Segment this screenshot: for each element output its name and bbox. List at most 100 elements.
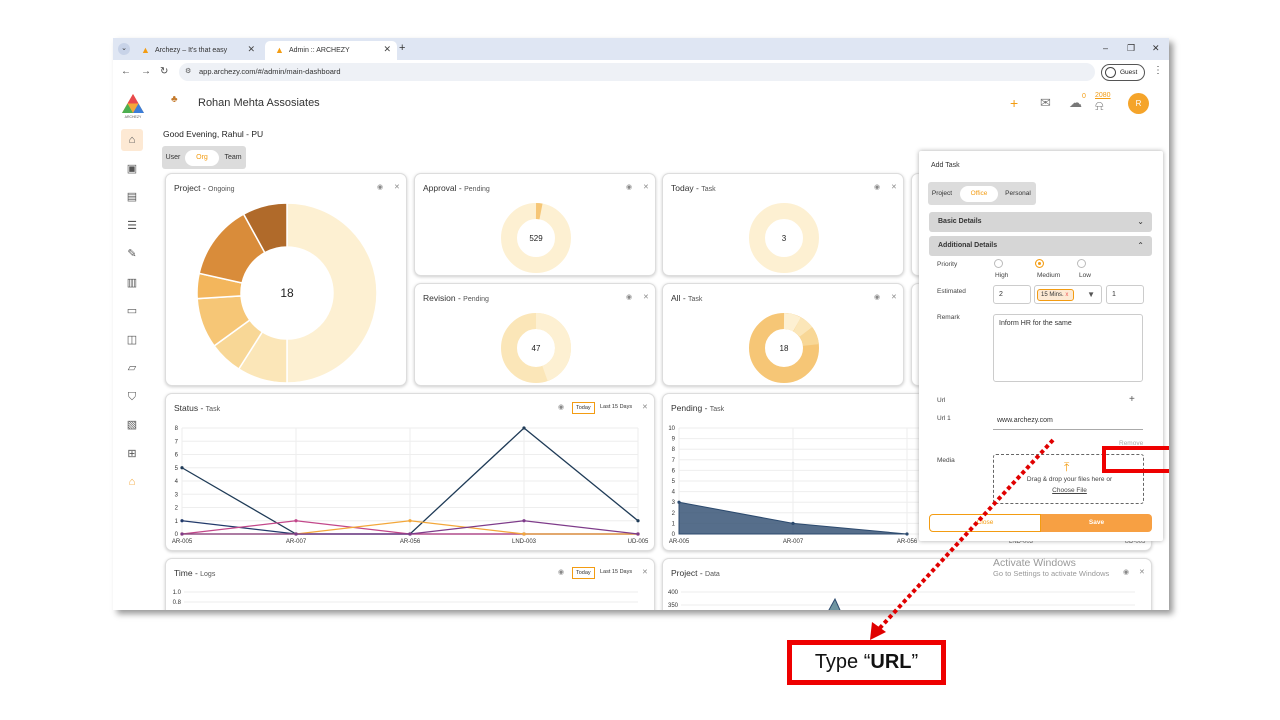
estimated-hours-input[interactable]: 2 <box>993 285 1031 304</box>
hide-icon[interactable]: ◉ <box>626 293 632 301</box>
priority-medium-radio[interactable] <box>1035 259 1044 268</box>
hide-icon[interactable]: ◉ <box>377 183 383 191</box>
back-icon[interactable]: ← <box>121 66 131 77</box>
restore-icon[interactable]: ❐ <box>1127 43 1135 54</box>
report-icon[interactable]: ▥ <box>121 272 143 294</box>
card-title: Approval - Pending <box>423 183 490 193</box>
tab-office[interactable]: Office <box>960 186 998 202</box>
unit-chip[interactable]: 15 Mins. x <box>1037 289 1074 301</box>
project-donut-chart: 18 <box>196 202 378 384</box>
new-tab-icon[interactable]: + <box>399 42 405 54</box>
hide-icon[interactable]: ◉ <box>626 183 632 191</box>
user-avatar[interactable]: R <box>1128 93 1149 114</box>
estimated-count-input[interactable]: 1 <box>1106 285 1144 304</box>
y-tick-label: 0 <box>175 532 179 538</box>
close-icon[interactable]: ✕ <box>643 293 649 301</box>
forward-icon[interactable]: → <box>141 66 151 77</box>
data-point <box>522 519 526 523</box>
chip-remove-icon: x <box>1065 292 1069 298</box>
minimize-icon[interactable]: – <box>1103 43 1108 53</box>
close-tab-icon[interactable]: ✕ <box>383 44 391 55</box>
clipboard-icon[interactable]: ▤ <box>121 186 143 208</box>
time-logs-chart: 1.0 0.8 <box>173 590 638 606</box>
dropzone-text: Drag & drop your files here or <box>1026 476 1113 483</box>
y-tick-label: 6 <box>672 468 676 474</box>
data-point <box>408 532 412 536</box>
remark-textarea[interactable]: Inform HR for the same <box>993 314 1143 382</box>
briefcase-icon[interactable]: ◫ <box>121 329 143 351</box>
y-tick-label: 10 <box>668 426 675 432</box>
clipboard-settings-icon[interactable]: ▧ <box>121 414 143 436</box>
bell-icon[interactable]: ⍾ <box>1095 98 1104 114</box>
y-tick-label: 4 <box>175 479 179 485</box>
revision-donut-chart: 47 <box>501 313 572 383</box>
y-tick-label: 2 <box>175 506 179 512</box>
hide-icon[interactable]: ◉ <box>874 183 880 191</box>
hide-icon[interactable]: ◉ <box>874 293 880 301</box>
tab-team[interactable]: Team <box>222 150 244 166</box>
donut-value: 47 <box>532 344 541 353</box>
tab-org[interactable]: Org <box>185 150 219 166</box>
hierarchy-icon[interactable]: ⊞ <box>121 443 143 465</box>
panel-title: Add Task <box>931 162 960 169</box>
id-badge-icon[interactable]: ▣ <box>121 158 143 180</box>
data-point <box>522 426 526 430</box>
add-icon[interactable]: + <box>1010 95 1018 111</box>
close-icon[interactable]: ✕ <box>891 183 897 191</box>
revision-card: Revision - Pending ◉ ✕ 47 <box>414 283 656 386</box>
mail-icon[interactable]: ✉ <box>1040 95 1051 111</box>
address-bar: ← → ↻ ⚙ app.archezy.com/#/admin/main-das… <box>113 60 1169 85</box>
tab-project[interactable]: Project <box>930 186 954 202</box>
org-icon[interactable]: ⌂ <box>121 471 143 493</box>
add-url-icon[interactable]: + <box>1129 394 1135 405</box>
edit-icon[interactable]: ✎ <box>121 243 143 265</box>
tab-label: Archezy – It's that easy <box>155 47 228 54</box>
archezy-logo[interactable]: ARCHEZY <box>121 93 145 119</box>
accordion-label: Additional Details <box>938 242 998 249</box>
close-icon[interactable]: ✕ <box>891 293 897 301</box>
profile-button[interactable]: Guest <box>1101 64 1145 81</box>
project-ongoing-card: Project - Ongoing ◉ ✕ 18 <box>165 173 407 386</box>
save-button[interactable]: Save <box>1041 514 1152 532</box>
home-icon[interactable]: ⌂ <box>121 129 143 151</box>
close-tab-icon[interactable]: ✕ <box>247 44 255 55</box>
tab-search-icon[interactable]: ⌄ <box>118 43 130 55</box>
close-window-icon[interactable]: ✕ <box>1152 43 1160 54</box>
donut-value: 3 <box>782 234 787 243</box>
priority-high-radio[interactable] <box>994 259 1003 268</box>
browser-menu-icon[interactable]: ⋮ <box>1153 65 1163 76</box>
reload-icon[interactable]: ↻ <box>160 66 168 77</box>
task-type-switch: Project Office Personal <box>928 182 1036 205</box>
profile-label: Guest <box>1120 69 1138 76</box>
book-icon[interactable]: ▭ <box>121 300 143 322</box>
all-task-card: All - Task ◉ ✕ 18 <box>662 283 904 386</box>
y-tick-label: 1 <box>175 519 179 525</box>
url-text: app.archezy.com/#/admin/main-dashboard <box>199 67 341 76</box>
y-tick-label: 0 <box>672 532 676 538</box>
tab-archezy[interactable]: ▲ Archezy – It's that easy ✕ <box>131 41 261 60</box>
task-list-icon[interactable]: ☰ <box>121 215 143 237</box>
close-button[interactable]: Close <box>929 514 1041 532</box>
shield-icon[interactable]: ⛉ <box>121 386 143 408</box>
url-label: Url <box>937 397 946 404</box>
site-settings-icon[interactable]: ⚙ <box>185 63 191 81</box>
folder-icon[interactable]: ▱ <box>121 357 143 379</box>
url-field[interactable]: ⚙ app.archezy.com/#/admin/main-dashboard <box>179 63 1095 81</box>
tab-user[interactable]: User <box>164 150 182 166</box>
additional-details-accordion[interactable]: Additional Details ⌃ <box>929 236 1152 256</box>
highlight-box <box>1102 446 1169 473</box>
close-icon[interactable]: ✕ <box>394 183 400 191</box>
data-point <box>636 532 640 536</box>
tab-personal[interactable]: Personal <box>1002 186 1034 202</box>
data-point <box>905 532 909 536</box>
tab-admin[interactable]: ▲ Admin :: ARCHEZY ✕ <box>265 41 397 60</box>
basic-details-accordion[interactable]: Basic Details ⌄ <box>929 212 1152 232</box>
close-icon[interactable]: ✕ <box>643 183 649 191</box>
choose-file-link[interactable]: Choose File <box>994 487 1145 494</box>
data-point <box>294 532 298 536</box>
chat-icon[interactable]: ☁ <box>1069 95 1082 111</box>
url1-input[interactable]: www.archezy.com <box>993 413 1143 430</box>
priority-low-radio[interactable] <box>1077 259 1086 268</box>
approval-donut-chart: 529 <box>501 203 571 273</box>
x-tick-label: LND-003 <box>512 539 537 545</box>
